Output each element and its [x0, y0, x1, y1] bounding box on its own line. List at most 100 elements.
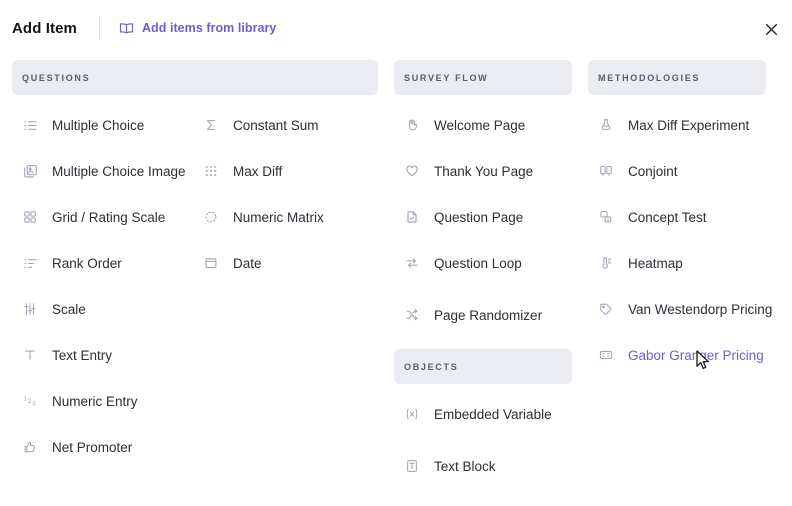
item-label: Numeric Entry: [52, 393, 138, 409]
cards-icon: [598, 163, 614, 179]
item-embedded-variable[interactable]: Embedded Variable: [394, 391, 572, 437]
item-label: Van Westendorp Pricing: [628, 301, 773, 317]
ordered-list-icon: [22, 255, 38, 271]
item-label: Question Page: [434, 209, 524, 225]
hand-wave-icon: [404, 117, 420, 133]
section-header-survey-flow-label: SURVEY FLOW: [404, 72, 489, 83]
section-header-objects-label: OBJECTS: [404, 361, 459, 372]
item-heatmap[interactable]: Heatmap: [588, 240, 766, 286]
item-max-diff-experiment[interactable]: Max Diff Experiment: [588, 102, 766, 148]
item-label: Welcome Page: [434, 117, 526, 133]
item-conjoint[interactable]: Conjoint: [588, 148, 766, 194]
dotted-circle-icon: [203, 209, 219, 225]
item-label: Text Entry: [52, 347, 113, 363]
item-welcome-page[interactable]: Welcome Page: [394, 102, 572, 148]
item-scale[interactable]: Scale: [12, 286, 195, 332]
item-grid-rating-scale[interactable]: Grid / Rating Scale: [12, 194, 195, 240]
item-label: Net Promoter: [52, 439, 133, 455]
loop-arrows-icon: [404, 255, 420, 271]
item-label: Page Randomizer: [434, 307, 543, 323]
item-text-entry[interactable]: Text Entry: [12, 332, 195, 378]
item-max-diff[interactable]: Max Diff: [195, 148, 378, 194]
item-multiple-choice-image[interactable]: Multiple Choice Image: [12, 148, 195, 194]
grid-squares-icon: [22, 209, 38, 225]
item-label: Thank You Page: [434, 163, 534, 179]
item-label: Multiple Choice Image: [52, 163, 186, 179]
document-icon: [404, 209, 420, 225]
objects-column: OBJECTS Embedded Variable Text Block: [394, 349, 572, 489]
header-divider: [98, 16, 100, 40]
item-label: Multiple Choice: [52, 117, 145, 133]
empty-icon: [203, 393, 219, 409]
sigma-icon: [203, 117, 219, 133]
item-van-westendorp-pricing[interactable]: Van Westendorp Pricing: [588, 286, 772, 332]
concept-icon: [598, 209, 614, 225]
item-spacer: [195, 332, 378, 378]
survey-flow-column: SURVEY FLOW Welcome Page Thank You Page: [394, 60, 572, 338]
thermometer-icon: [598, 255, 614, 271]
dialog-header: Add Item Add items from library: [0, 0, 792, 56]
section-header-questions-label: QUESTIONS: [22, 72, 91, 83]
item-date[interactable]: Date: [195, 240, 378, 286]
image-stack-icon: [22, 163, 38, 179]
svg-text:1: 1: [23, 396, 26, 402]
empty-icon: [203, 439, 219, 455]
section-header-questions: QUESTIONS: [12, 60, 378, 95]
item-question-loop[interactable]: Question Loop: [394, 240, 572, 286]
item-label: Grid / Rating Scale: [52, 209, 166, 225]
item-label: Conjoint: [628, 163, 678, 179]
item-label: Scale: [52, 301, 86, 317]
item-label: Date: [233, 255, 262, 271]
item-gabor-granger-pricing[interactable]: Gabor Granger Pricing: [588, 332, 766, 378]
item-question-page[interactable]: Question Page: [394, 194, 572, 240]
item-label: Max Diff Experiment: [628, 117, 750, 133]
ordered-list-icon: [22, 117, 38, 133]
item-page-randomizer[interactable]: Page Randomizer: [394, 292, 572, 338]
text-block-icon: [404, 458, 420, 474]
svg-text:2: 2: [27, 397, 31, 404]
calendar-icon: [203, 255, 219, 271]
item-net-promoter[interactable]: Net Promoter: [12, 424, 195, 470]
svg-text:3: 3: [32, 401, 35, 407]
text-t-icon: [22, 347, 38, 363]
item-label: Rank Order: [52, 255, 122, 271]
item-numeric-entry[interactable]: 1 2 3 Numeric Entry: [12, 378, 195, 424]
price-card-icon: [598, 347, 614, 363]
sliders-icon: [22, 301, 38, 317]
item-multiple-choice[interactable]: Multiple Choice: [12, 102, 195, 148]
item-spacer: [195, 378, 378, 424]
empty-icon: [203, 301, 219, 317]
survey-flow-item-list: Welcome Page Thank You Page Question Pag…: [394, 102, 572, 338]
item-spacer: [195, 424, 378, 470]
page-title: Add Item: [12, 19, 77, 37]
book-icon: [119, 21, 134, 36]
section-header-objects: OBJECTS: [394, 349, 572, 384]
item-numeric-matrix[interactable]: Numeric Matrix: [195, 194, 378, 240]
item-rank-order[interactable]: Rank Order: [12, 240, 195, 286]
heart-icon: [404, 163, 420, 179]
methodologies-item-list: Max Diff Experiment Conjoint Concept Tes…: [588, 102, 772, 378]
item-label: Gabor Granger Pricing: [628, 347, 764, 363]
item-constant-sum[interactable]: Constant Sum: [195, 102, 378, 148]
item-text-block[interactable]: Text Block: [394, 443, 572, 489]
item-label: Max Diff: [233, 163, 283, 179]
item-thank-you-page[interactable]: Thank You Page: [394, 148, 572, 194]
grid-dots-icon: [203, 163, 219, 179]
close-icon[interactable]: [759, 17, 783, 41]
item-label: Concept Test: [628, 209, 707, 225]
item-label: Question Loop: [434, 255, 522, 271]
item-spacer: [195, 286, 378, 332]
questions-item-list: Multiple Choice Constant Sum Multiple Ch…: [12, 102, 378, 470]
flask-icon: [598, 117, 614, 133]
add-items-from-library-link[interactable]: Add items from library: [119, 21, 276, 36]
item-concept-test[interactable]: Concept Test: [588, 194, 766, 240]
section-header-survey-flow: SURVEY FLOW: [394, 60, 572, 95]
numeric-icon: 1 2 3: [22, 393, 38, 409]
item-label: Constant Sum: [233, 117, 319, 133]
methodologies-column: METHODOLOGIES Max Diff Experiment Conjoi…: [588, 60, 772, 378]
section-header-methodologies: METHODOLOGIES: [588, 60, 766, 95]
item-label: Heatmap: [628, 255, 683, 271]
shuffle-icon: [404, 307, 420, 323]
add-items-from-library-label: Add items from library: [141, 21, 277, 35]
empty-icon: [203, 347, 219, 363]
